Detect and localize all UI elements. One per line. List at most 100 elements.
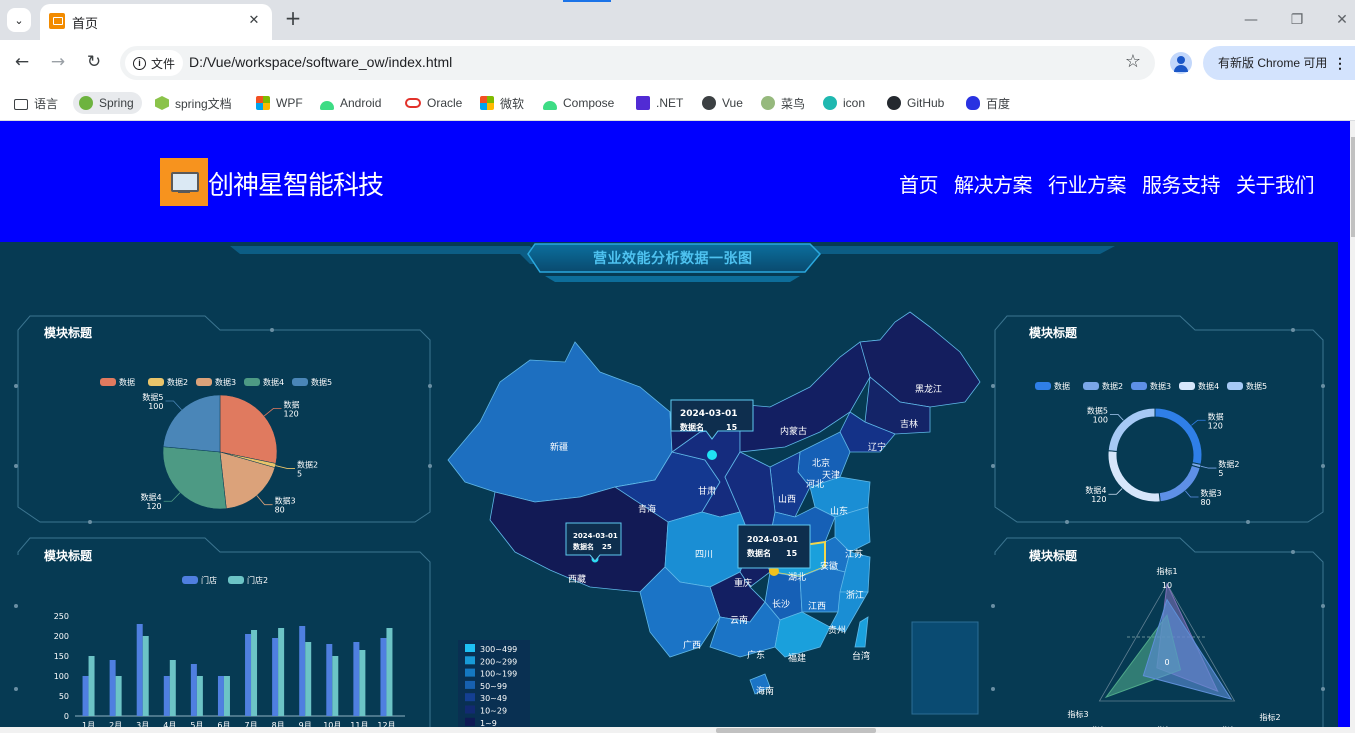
- brand-name[interactable]: 创神星智能科技: [208, 165, 384, 202]
- minimize-button[interactable]: —: [1236, 8, 1266, 32]
- nav-support[interactable]: 服务支持: [1142, 169, 1221, 198]
- bookmark-star-icon[interactable]: ☆: [1125, 51, 1141, 72]
- bookmark-oracle[interactable]: Oracle: [405, 92, 462, 114]
- bookmark-github[interactable]: GitHub: [887, 92, 944, 114]
- map-region-guangdong[interactable]: [774, 611, 831, 658]
- bar[interactable]: [380, 638, 387, 716]
- bookmark-runoob[interactable]: 菜鸟: [761, 92, 805, 114]
- active-tab[interactable]: 首页 ✕: [40, 4, 272, 40]
- profile-avatar-icon[interactable]: [1170, 52, 1192, 74]
- back-button[interactable]: ←: [11, 51, 33, 73]
- donut-slice[interactable]: [1158, 464, 1201, 503]
- legend-swatch[interactable]: [465, 717, 475, 726]
- donut-slice[interactable]: [1154, 407, 1203, 466]
- site-info-chip[interactable]: i 文件: [125, 50, 184, 76]
- map-region-xinjiang[interactable]: [447, 341, 673, 503]
- bar[interactable]: [332, 656, 339, 716]
- bar[interactable]: [386, 628, 393, 716]
- bar[interactable]: [82, 676, 89, 716]
- bookmark-compose[interactable]: Compose: [543, 92, 614, 114]
- bookmark-vue[interactable]: Vue: [702, 92, 743, 114]
- legend-swatch[interactable]: [465, 693, 475, 702]
- legend-swatch[interactable]: [196, 378, 212, 386]
- site-header: 创神星智能科技 首页 解决方案 行业方案 服务支持 关于我们: [0, 121, 1355, 242]
- legend-swatch[interactable]: [1035, 382, 1051, 390]
- nav-home[interactable]: 首页: [899, 169, 939, 198]
- bar[interactable]: [190, 664, 197, 716]
- bar[interactable]: [109, 660, 116, 716]
- more-menu-icon[interactable]: ⋮: [1333, 46, 1347, 80]
- pie-slice[interactable]: [162, 394, 221, 453]
- bar[interactable]: [353, 642, 360, 716]
- bar[interactable]: [88, 656, 95, 716]
- bar[interactable]: [115, 676, 122, 716]
- bookmark-spring-docs[interactable]: spring文档: [155, 92, 232, 114]
- vertical-scrollbar-thumb[interactable]: [1351, 137, 1355, 237]
- nav-industry[interactable]: 行业方案: [1048, 169, 1127, 198]
- bar[interactable]: [359, 650, 366, 716]
- map-marker[interactable]: [707, 450, 717, 460]
- bar[interactable]: [136, 624, 143, 716]
- nav-about[interactable]: 关于我们: [1236, 169, 1315, 198]
- computer-logo-icon[interactable]: [160, 158, 208, 206]
- horizontal-scrollbar-thumb[interactable]: [716, 728, 876, 733]
- bookmark-spring[interactable]: Spring: [73, 92, 142, 114]
- forward-button[interactable]: →: [47, 51, 69, 73]
- pie-slice[interactable]: [162, 446, 227, 510]
- bar[interactable]: [163, 676, 170, 716]
- close-window-button[interactable]: ✕: [1327, 8, 1355, 32]
- bar[interactable]: [299, 626, 306, 716]
- bar[interactable]: [272, 638, 279, 716]
- legend-swatch[interactable]: [465, 705, 475, 714]
- address-bar[interactable]: i 文件 D:/Vue/workspace/software_ow/index.…: [120, 46, 1155, 80]
- legend-swatch[interactable]: [1179, 382, 1195, 390]
- legend-swatch[interactable]: [1227, 382, 1243, 390]
- bar[interactable]: [169, 660, 176, 716]
- legend-swatch[interactable]: [1083, 382, 1099, 390]
- bar[interactable]: [278, 628, 285, 716]
- bar-chart[interactable]: 门店 门店20501001502002501月 2月 3月 4月 5月 6月 7月 8月 9月 10…: [30, 573, 450, 733]
- bar[interactable]: [251, 630, 258, 716]
- legend-swatch[interactable]: [465, 656, 475, 665]
- legend-swatch[interactable]: [1131, 382, 1147, 390]
- bar[interactable]: [196, 676, 203, 716]
- bookmark-android[interactable]: Android: [320, 92, 381, 114]
- pie-chart[interactable]: 数据 数据2 数据3 数据4 数据5数据120数据25数据380数据4120数据5100: [30, 342, 410, 522]
- legend-swatch[interactable]: [465, 668, 475, 677]
- bookmark-baidu[interactable]: 百度: [966, 92, 1010, 114]
- bar[interactable]: [305, 642, 312, 716]
- bar[interactable]: [223, 676, 230, 716]
- url-text[interactable]: D:/Vue/workspace/software_ow/index.html: [189, 54, 452, 70]
- radar-chart[interactable]: 指标1100指标2指标3指标1指标2指标1: [1005, 558, 1325, 733]
- bar[interactable]: [142, 636, 149, 716]
- new-tab-button[interactable]: +: [282, 8, 304, 30]
- bookmark-icon[interactable]: icon: [823, 92, 865, 114]
- legend-swatch[interactable]: [100, 378, 116, 386]
- pie-slice[interactable]: [219, 394, 278, 464]
- legend-swatch[interactable]: [244, 378, 260, 386]
- radar-series-area[interactable]: [1142, 598, 1233, 700]
- legend-swatch[interactable]: [292, 378, 308, 386]
- legend-swatch[interactable]: [465, 644, 475, 652]
- bar[interactable]: [326, 644, 333, 716]
- legend-swatch[interactable]: [465, 680, 475, 689]
- legend-swatch[interactable]: [228, 576, 244, 584]
- bar[interactable]: [245, 634, 252, 716]
- legend-swatch[interactable]: [148, 378, 164, 386]
- chrome-update-button[interactable]: 有新版 Chrome 可用 ⋮: [1203, 46, 1355, 80]
- reload-button[interactable]: ↻: [83, 51, 105, 73]
- horizontal-scrollbar[interactable]: [0, 727, 1355, 733]
- restore-button[interactable]: ❐: [1282, 8, 1312, 32]
- close-icon[interactable]: ✕: [244, 11, 264, 31]
- donut-chart[interactable]: 数据 数据2 数据3 数据4 数据5数据120数据25数据380数据4120数据5100: [1005, 342, 1325, 522]
- nav-solutions[interactable]: 解决方案: [954, 169, 1033, 198]
- bookmark-microsoft[interactable]: 微软: [480, 92, 524, 114]
- bookmark-folder-lang[interactable]: 语言: [14, 92, 58, 114]
- bar[interactable]: [217, 676, 224, 716]
- panel-title-donut: 模块标题: [1029, 326, 1078, 340]
- bookmark-wpf[interactable]: WPF: [256, 92, 303, 114]
- legend-swatch[interactable]: [182, 576, 198, 584]
- tab-search-button[interactable]: ⌄: [7, 8, 31, 32]
- map-region-taiwan[interactable]: [854, 616, 869, 648]
- bookmark-dotnet[interactable]: .NET: [636, 92, 683, 114]
